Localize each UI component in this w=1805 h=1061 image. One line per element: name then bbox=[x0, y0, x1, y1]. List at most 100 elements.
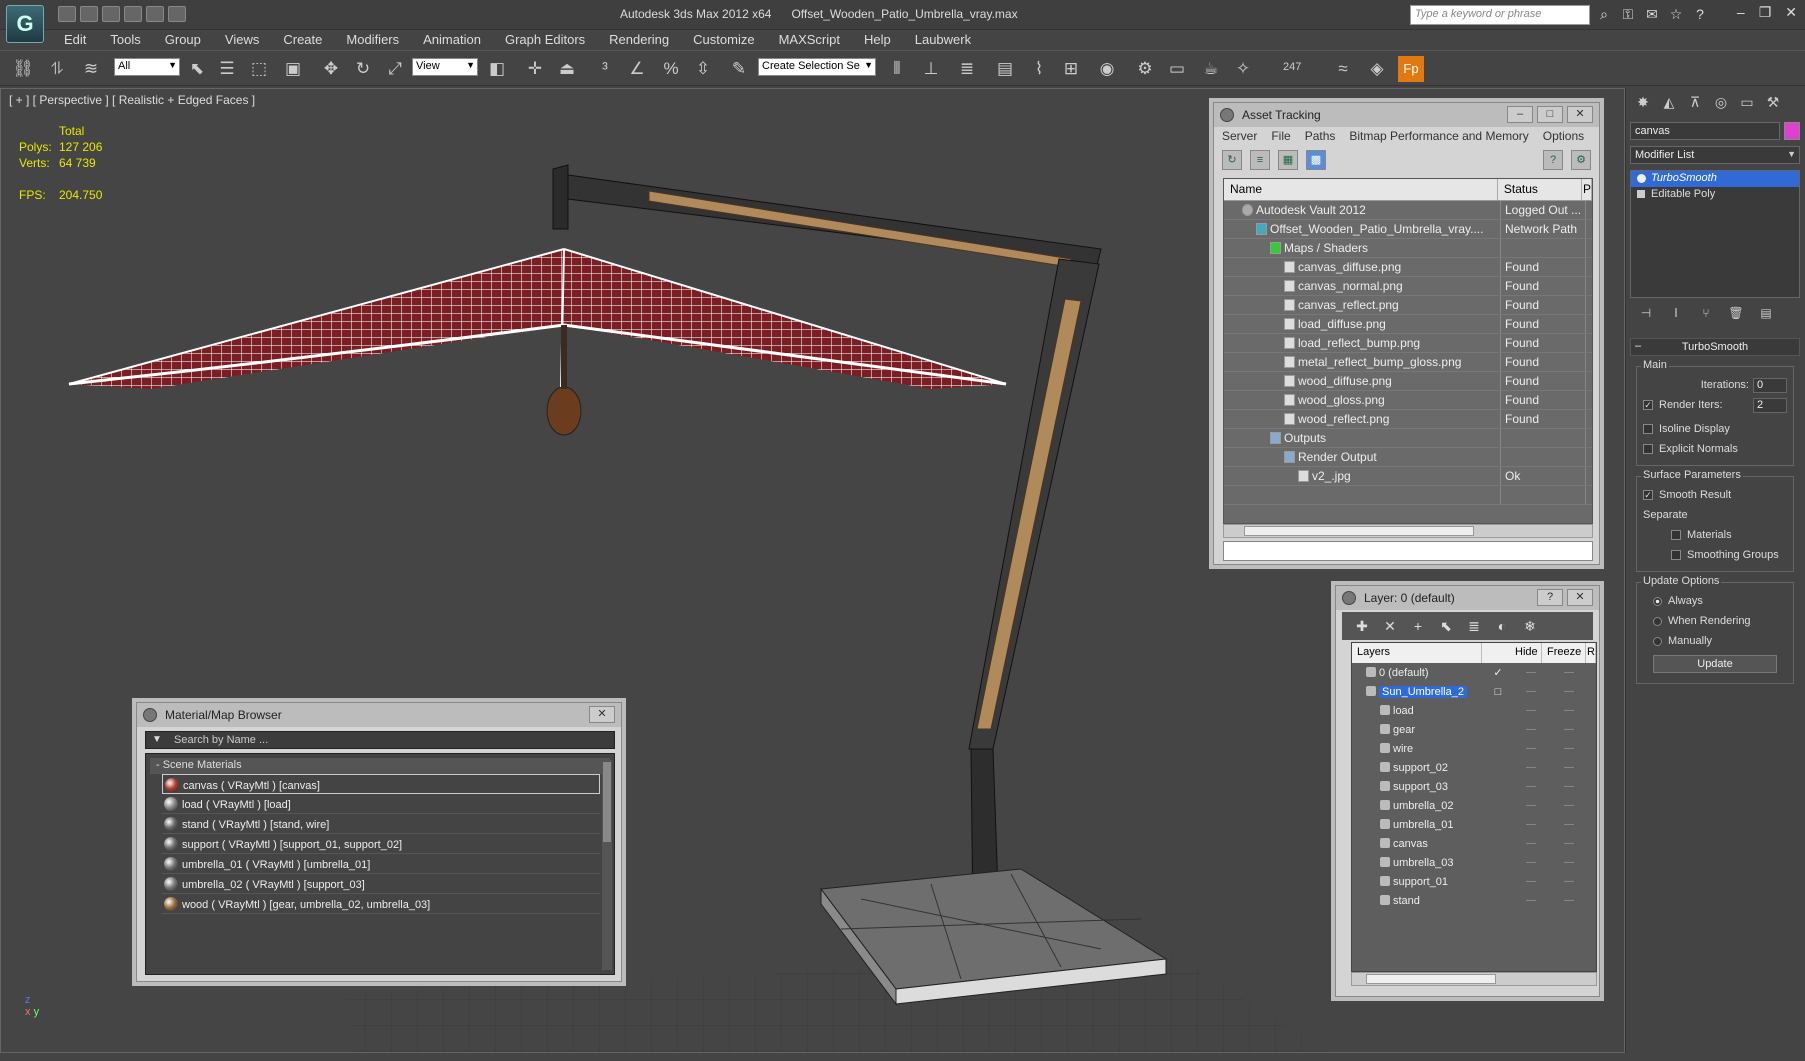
layer-hide-toggle[interactable]: — bbox=[1512, 762, 1550, 773]
current-layer-flag[interactable]: ✓ bbox=[1484, 666, 1512, 679]
asset-menu-server[interactable]: Server bbox=[1222, 129, 1257, 145]
subscription-icon[interactable]: ⚿ bbox=[1619, 5, 1637, 23]
layer-dialog-titlebar[interactable]: Layer: 0 (default) ? ✕ bbox=[1336, 586, 1599, 610]
layer-hide-toggle[interactable]: — bbox=[1512, 876, 1550, 887]
asset-row[interactable]: wood_diffuse.png Found bbox=[1224, 372, 1592, 391]
layer-freeze-toggle[interactable]: — bbox=[1550, 895, 1588, 906]
column-path[interactable]: P bbox=[1582, 179, 1592, 200]
asset-row[interactable]: load_diffuse.png Found bbox=[1224, 315, 1592, 334]
maximize-icon[interactable]: ❐ bbox=[1759, 4, 1772, 21]
minimize-icon[interactable]: – bbox=[1507, 106, 1533, 123]
rendered-frame-window-icon[interactable]: ▭ bbox=[1164, 56, 1190, 82]
asset-row[interactable] bbox=[1224, 486, 1592, 505]
layer-hide-toggle[interactable]: — bbox=[1512, 895, 1550, 906]
make-unique-icon[interactable]: ⑂ bbox=[1698, 306, 1714, 322]
snap-toggle-icon[interactable]: ³ bbox=[592, 56, 618, 82]
smoothing-groups-checkbox[interactable] bbox=[1671, 550, 1681, 560]
maximize-icon[interactable]: □ bbox=[1537, 106, 1563, 123]
layer-row[interactable]: stand — — bbox=[1352, 891, 1596, 910]
cube-icon[interactable]: ◈ bbox=[1364, 56, 1390, 82]
turbosmooth-rollout-header[interactable]: – TurboSmooth bbox=[1630, 338, 1800, 356]
material-list-item[interactable]: load ( VRayMtl ) [load] bbox=[162, 794, 600, 814]
menu-laubwerk[interactable]: Laubwerk bbox=[903, 30, 983, 50]
chevron-down-icon[interactable]: ▼ bbox=[152, 734, 162, 745]
material-list-item[interactable]: umbrella_01 ( VRayMtl ) [umbrella_01] bbox=[162, 854, 600, 874]
align-icon[interactable]: ⊥ bbox=[918, 56, 944, 82]
menu-graph-editors[interactable]: Graph Editors bbox=[493, 30, 597, 50]
utilities-tab-icon[interactable]: ⚒ bbox=[1762, 92, 1784, 112]
lightbulb-icon[interactable] bbox=[1637, 174, 1646, 183]
new-file-icon[interactable] bbox=[58, 6, 76, 22]
favorites-icon[interactable]: ☆ bbox=[1667, 5, 1685, 23]
material-editor-icon[interactable]: ◉ bbox=[1094, 56, 1120, 82]
modifier-list-dropdown[interactable]: Modifier List bbox=[1630, 146, 1800, 164]
spinner-snap-icon[interactable]: ⇳ bbox=[690, 56, 716, 82]
layer-freeze-toggle[interactable]: — bbox=[1550, 762, 1588, 773]
object-icon[interactable] bbox=[1637, 190, 1645, 198]
isoline-checkbox[interactable] bbox=[1643, 424, 1653, 434]
asset-menu-file[interactable]: File bbox=[1271, 129, 1290, 145]
always-radio[interactable] bbox=[1653, 596, 1662, 606]
material-list-item[interactable]: support ( VRayMtl ) [support_01, support… bbox=[162, 834, 600, 854]
menu-group[interactable]: Group bbox=[153, 30, 213, 50]
current-layer-flag[interactable]: □ bbox=[1484, 686, 1512, 698]
window-crossing-icon[interactable]: ▣ bbox=[280, 56, 306, 82]
refresh-icon[interactable]: ↻ bbox=[1222, 150, 1242, 170]
viewport-label[interactable]: [ + ] [ Perspective ] [ Realistic + Edge… bbox=[9, 93, 255, 107]
layer-hide-toggle[interactable]: — bbox=[1512, 781, 1550, 792]
modifier-stack-item[interactable]: Editable Poly bbox=[1631, 187, 1799, 203]
asset-row[interactable]: wood_reflect.png Found bbox=[1224, 410, 1592, 429]
create-tab-icon[interactable]: ✸ bbox=[1632, 92, 1654, 112]
layer-freeze-toggle[interactable]: — bbox=[1550, 667, 1588, 678]
material-search-input[interactable]: ▼ Search by Name ... bbox=[145, 731, 615, 749]
layer-freeze-toggle[interactable]: — bbox=[1550, 857, 1588, 868]
close-icon[interactable]: ✕ bbox=[1785, 4, 1797, 21]
asset-path-field[interactable] bbox=[1223, 541, 1593, 561]
manually-radio[interactable] bbox=[1653, 636, 1662, 646]
open-file-icon[interactable] bbox=[80, 6, 98, 22]
redo-icon[interactable] bbox=[146, 6, 164, 22]
asset-horizontal-scrollbar[interactable] bbox=[1223, 524, 1593, 538]
menu-create[interactable]: Create bbox=[271, 30, 334, 50]
rectangular-region-icon[interactable]: ⬚ bbox=[246, 56, 272, 82]
curve-editor-icon[interactable]: ⌇ bbox=[1026, 56, 1052, 82]
forest-pack-icon[interactable]: Fp bbox=[1398, 56, 1424, 82]
schematic-view-icon[interactable]: ⊞ bbox=[1058, 56, 1084, 82]
asset-row[interactable]: Maps / Shaders bbox=[1224, 239, 1592, 258]
menu-help[interactable]: Help bbox=[852, 30, 903, 50]
menu-modifiers[interactable]: Modifiers bbox=[334, 30, 411, 50]
column-status[interactable]: Status bbox=[1498, 179, 1582, 200]
update-button[interactable]: Update bbox=[1653, 655, 1777, 673]
particle-icon[interactable]: ≈ bbox=[1330, 56, 1356, 82]
layer-hide-toggle[interactable]: — bbox=[1512, 800, 1550, 811]
layer-row[interactable]: umbrella_02 — — bbox=[1352, 796, 1596, 815]
layer-hide-toggle[interactable]: — bbox=[1512, 667, 1550, 678]
layer-freeze-toggle[interactable]: — bbox=[1550, 724, 1588, 735]
menu-maxscript[interactable]: MAXScript bbox=[767, 30, 852, 50]
select-manipulate-icon[interactable]: ✛ bbox=[522, 56, 548, 82]
show-end-result-icon[interactable]: Ⅰ bbox=[1668, 306, 1684, 322]
asset-row[interactable]: canvas_normal.png Found bbox=[1224, 277, 1592, 296]
move-icon[interactable]: ✥ bbox=[318, 56, 344, 82]
keyboard-shortcut-icon[interactable]: ⏏ bbox=[554, 56, 580, 82]
remove-modifier-icon[interactable]: 🗑 bbox=[1728, 306, 1744, 322]
layer-row[interactable]: Sun_Umbrella_2 □ — — bbox=[1352, 682, 1596, 701]
layer-row[interactable]: gear — — bbox=[1352, 720, 1596, 739]
angle-snap-icon[interactable]: ∠ bbox=[624, 56, 650, 82]
asset-row[interactable]: load_reflect_bump.png Found bbox=[1224, 334, 1592, 353]
layer-freeze-toggle[interactable]: — bbox=[1550, 876, 1588, 887]
render-production-icon[interactable]: ☕ bbox=[1198, 56, 1224, 82]
display-tab-icon[interactable]: ▭ bbox=[1736, 92, 1758, 112]
layer-hide-toggle[interactable]: — bbox=[1512, 743, 1550, 754]
undo-icon[interactable] bbox=[124, 6, 142, 22]
layer-freeze-toggle[interactable]: — bbox=[1550, 686, 1588, 697]
new-layer-icon[interactable]: ✚ bbox=[1352, 617, 1372, 635]
freeze-all-icon[interactable]: ❄ bbox=[1520, 617, 1540, 635]
material-list-item[interactable]: wood ( VRayMtl ) [gear, umbrella_02, umb… bbox=[162, 894, 600, 914]
material-browser-titlebar[interactable]: Material/Map Browser ✕ bbox=[137, 703, 621, 727]
asset-row[interactable]: canvas_diffuse.png Found bbox=[1224, 258, 1592, 277]
settings-icon[interactable]: ⚙ bbox=[1571, 150, 1591, 170]
graphite-ribbon-icon[interactable]: ▤ bbox=[992, 56, 1018, 82]
bind-spacewarp-icon[interactable]: ≋ bbox=[78, 56, 104, 82]
asset-menu-paths[interactable]: Paths bbox=[1305, 129, 1336, 145]
